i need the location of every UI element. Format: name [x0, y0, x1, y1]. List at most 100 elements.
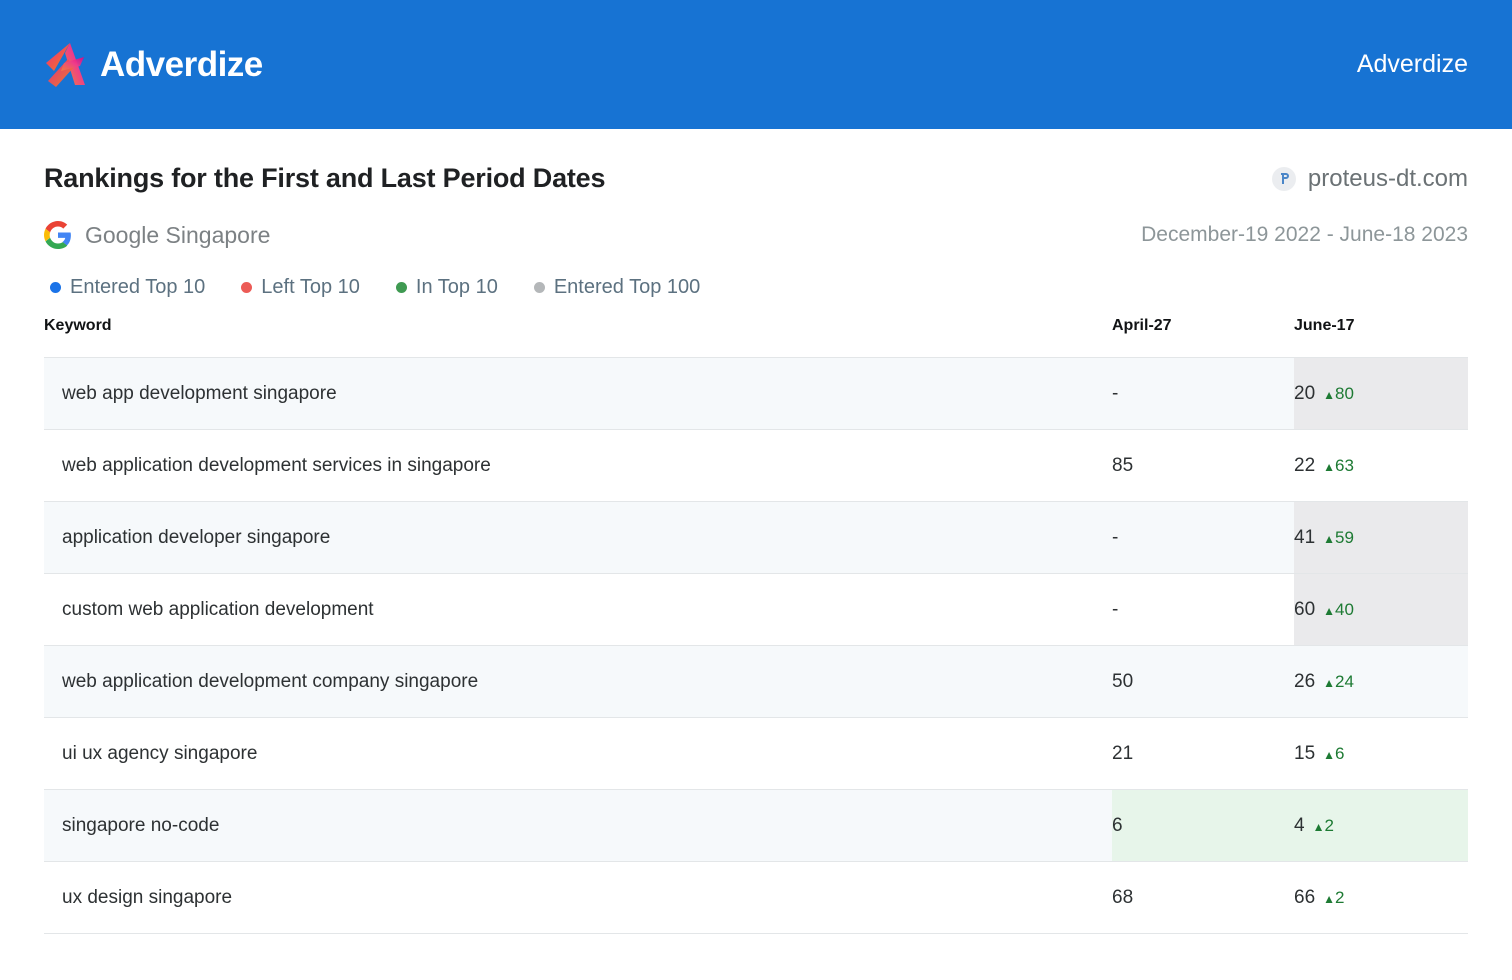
column-header-keyword[interactable]: Keyword	[44, 317, 1112, 358]
report-content: Rankings for the First and Last Period D…	[0, 129, 1512, 934]
date-range: December-19 2022 - June-18 2023	[1141, 223, 1468, 247]
google-g-icon	[44, 221, 72, 249]
cell-last-period-rank: 26 ▲24	[1294, 646, 1468, 718]
rank-number: 26	[1294, 671, 1315, 693]
rank-delta: ▲6	[1323, 744, 1344, 764]
rank-number: 60	[1294, 599, 1315, 621]
rank-delta: ▲2	[1313, 816, 1334, 836]
cell-keyword: web application development company sing…	[44, 646, 1112, 718]
cell-last-period-rank: 15 ▲6	[1294, 718, 1468, 790]
cell-first-period-rank: -	[1112, 502, 1294, 574]
cell-first-period-rank: 50	[1112, 646, 1294, 718]
cell-last-period-rank: 60 ▲40	[1294, 574, 1468, 646]
table-row[interactable]: custom web application development-60 ▲40	[44, 574, 1468, 646]
legend-dot-icon	[534, 282, 545, 293]
arrow-up-icon: ▲	[1323, 676, 1335, 690]
cell-keyword: custom web application development	[44, 574, 1112, 646]
rank-value-group: 60 ▲40	[1294, 599, 1354, 621]
adverdize-a-logo-icon	[44, 41, 90, 89]
table-row[interactable]: singapore no-code64 ▲2	[44, 790, 1468, 862]
legend: Entered Top 10 Left Top 10 In Top 10 Entere…	[44, 276, 1468, 299]
arrow-up-icon: ▲	[1323, 532, 1335, 546]
legend-dot-icon	[50, 282, 61, 293]
rank-value-group: 66 ▲2	[1294, 887, 1345, 909]
search-engine: Google Singapore	[44, 221, 270, 249]
domain-badge: proteus-dt.com	[1272, 165, 1468, 193]
cell-last-period-rank: 66 ▲2	[1294, 862, 1468, 934]
rank-value-group: 15 ▲6	[1294, 743, 1345, 765]
legend-item-entered-top-10[interactable]: Entered Top 10	[50, 276, 205, 299]
rank-value-group: 22 ▲63	[1294, 455, 1354, 477]
cell-first-period-rank: 21	[1112, 718, 1294, 790]
rank-number: 41	[1294, 527, 1315, 549]
engine-row: Google Singapore December-19 2022 - June…	[44, 221, 1468, 249]
legend-dot-icon	[396, 282, 407, 293]
cell-first-period-rank: 6	[1112, 790, 1294, 862]
legend-dot-icon	[241, 282, 252, 293]
rank-delta-value: 63	[1335, 456, 1354, 475]
cell-keyword: ui ux agency singapore	[44, 718, 1112, 790]
table-row[interactable]: web application development services in …	[44, 430, 1468, 502]
rank-number: 4	[1294, 815, 1305, 837]
brand-name: Adverdize	[100, 47, 263, 82]
rank-number: 66	[1294, 887, 1315, 909]
table-row[interactable]: ux design singapore6866▲2	[44, 862, 1468, 934]
rank-delta-value: 40	[1335, 600, 1354, 619]
arrow-up-icon: ▲	[1323, 748, 1335, 762]
account-label[interactable]: Adverdize	[1357, 52, 1468, 77]
legend-item-label: Entered Top 100	[554, 276, 700, 299]
legend-item-left-top-10[interactable]: Left Top 10	[241, 276, 360, 299]
legend-item-in-top-10[interactable]: In Top 10	[396, 276, 498, 299]
table-header: Keyword April-27 June-17	[44, 317, 1468, 358]
arrow-up-icon: ▲	[1323, 460, 1335, 474]
rank-number: 20	[1294, 383, 1315, 405]
cell-last-period-rank: 4 ▲2	[1294, 790, 1468, 862]
rank-delta: ▲2	[1323, 888, 1344, 908]
cell-last-period-rank: 22 ▲63	[1294, 430, 1468, 502]
cell-first-period-rank: 85	[1112, 430, 1294, 502]
brand-logo[interactable]: Adverdize	[44, 41, 263, 89]
rank-delta-value: 6	[1335, 744, 1344, 763]
legend-item-label: Left Top 10	[261, 276, 360, 299]
rank-delta: ▲40	[1323, 600, 1354, 620]
cell-last-period-rank: 20 ▲80	[1294, 358, 1468, 430]
rank-delta-value: 80	[1335, 384, 1354, 403]
cell-keyword: web application development services in …	[44, 430, 1112, 502]
table-row[interactable]: web application development company sing…	[44, 646, 1468, 718]
rank-value-group: 20 ▲80	[1294, 383, 1354, 405]
cell-first-period-rank: -	[1112, 358, 1294, 430]
title-row: Rankings for the First and Last Period D…	[44, 129, 1468, 194]
column-header-last-period[interactable]: June-17	[1294, 317, 1468, 358]
rank-number: 15	[1294, 743, 1315, 765]
cell-first-period-rank: 68	[1112, 862, 1294, 934]
arrow-up-icon: ▲	[1313, 820, 1325, 834]
table-row[interactable]: web app development singapore-20 ▲80	[44, 358, 1468, 430]
rank-delta-value: 24	[1335, 672, 1354, 691]
page-title: Rankings for the First and Last Period D…	[44, 163, 605, 194]
proteus-favicon-icon	[1272, 167, 1296, 191]
rank-delta: ▲80	[1323, 384, 1354, 404]
rank-value-group: 26 ▲24	[1294, 671, 1354, 693]
rank-delta-value: 2	[1324, 816, 1333, 835]
cell-first-period-rank: -	[1112, 574, 1294, 646]
rank-number: 22	[1294, 455, 1315, 477]
rank-delta: ▲63	[1323, 456, 1354, 476]
cell-keyword: web app development singapore	[44, 358, 1112, 430]
rank-value-group: 4 ▲2	[1294, 815, 1334, 837]
arrow-up-icon: ▲	[1323, 892, 1335, 906]
rank-value-group: 41 ▲59	[1294, 527, 1354, 549]
table-row[interactable]: application developer singapore-41 ▲59	[44, 502, 1468, 574]
rank-delta: ▲59	[1323, 528, 1354, 548]
legend-item-entered-top-100[interactable]: Entered Top 100	[534, 276, 700, 299]
rank-delta-value: 59	[1335, 528, 1354, 547]
app-header: Adverdize Adverdize	[0, 0, 1512, 129]
cell-keyword: singapore no-code	[44, 790, 1112, 862]
cell-last-period-rank: 41 ▲59	[1294, 502, 1468, 574]
column-header-first-period[interactable]: April-27	[1112, 317, 1294, 358]
arrow-up-icon: ▲	[1323, 388, 1335, 402]
table-row[interactable]: ui ux agency singapore2115 ▲6	[44, 718, 1468, 790]
rankings-table: Keyword April-27 June-17 web app develop…	[44, 317, 1468, 934]
rank-delta: ▲24	[1323, 672, 1354, 692]
rank-delta-value: 2	[1335, 888, 1344, 907]
cell-keyword: application developer singapore	[44, 502, 1112, 574]
